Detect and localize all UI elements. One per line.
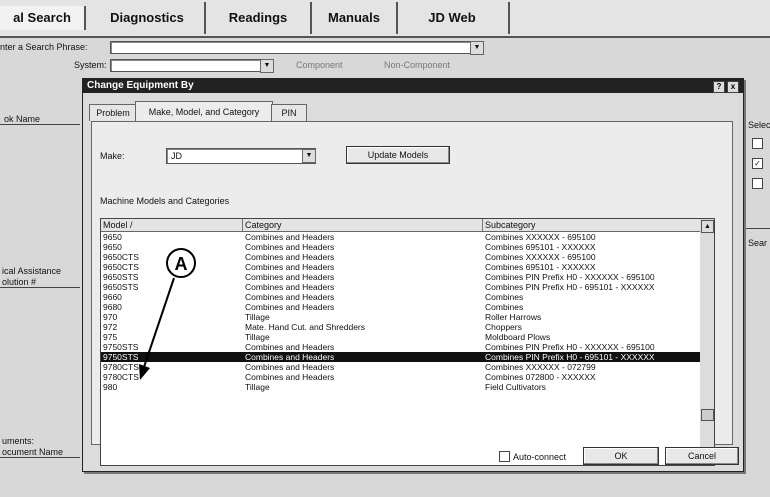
- callout-arrowhead-icon: [139, 364, 150, 380]
- callout-label: A: [175, 254, 188, 274]
- callout-overlay: A: [139, 248, 196, 380]
- callout-arrow-line: [142, 277, 175, 371]
